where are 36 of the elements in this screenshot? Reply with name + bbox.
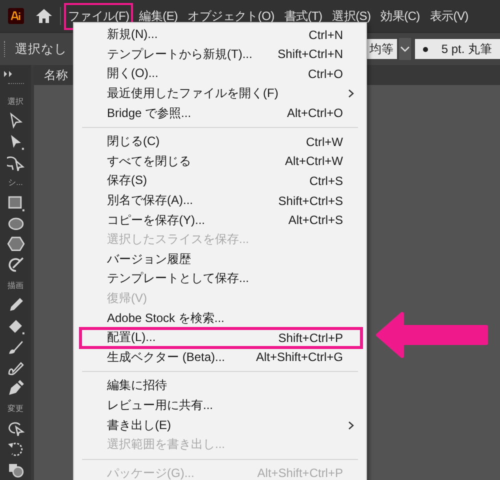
pen-icon[interactable] — [6, 379, 24, 398]
menu-item[interactable]: コピーを保存(Y)... Alt+Ctrl+S — [79, 210, 363, 230]
menu-item[interactable]: テンプレートとして保存... — [79, 269, 363, 289]
tool-group-label: 描画 — [8, 280, 24, 291]
expand-icon[interactable] — [4, 71, 14, 77]
menu-item[interactable]: Adobe Stock を検索... — [79, 308, 363, 328]
menu-item[interactable]: 開く(O)... Ctrl+O — [79, 64, 363, 84]
selection-status: 選択なし — [15, 40, 67, 58]
lasso-icon[interactable] — [6, 154, 24, 172]
home-icon[interactable] — [36, 9, 52, 23]
pointer-arrow-icon — [374, 310, 490, 360]
menu-item[interactable]: 配置(L)... Shift+Ctrl+P — [79, 326, 363, 349]
brush-dropdown[interactable]: 5 pt. 丸筆 — [415, 39, 500, 59]
tool-group-label: 変更 — [8, 402, 24, 414]
rectangle-icon[interactable] — [6, 194, 24, 212]
menu-item[interactable]: 別名で保存(A)... Shift+Ctrl+S — [79, 190, 363, 210]
document-tab[interactable]: 名称 — [34, 66, 68, 84]
menu-item[interactable]: 編集に招待 — [79, 376, 363, 396]
tool-group-label: シ... — [8, 177, 23, 188]
menu-item[interactable]: バージョン履歴 — [79, 250, 363, 270]
tool-group-label: 選択 — [8, 96, 24, 107]
menu-item[interactable]: Bridge で参照... Alt+Ctrl+O — [79, 103, 363, 123]
menu-bar-item[interactable]: 表示(V) — [426, 2, 472, 30]
menu-item[interactable]: 保存(S) Ctrl+S — [79, 171, 363, 191]
hexagon-icon[interactable] — [6, 235, 24, 254]
menu-item[interactable]: すべてを閉じる Alt+Ctrl+W — [79, 152, 363, 172]
menu-bar-item[interactable]: 効果(C) — [376, 2, 424, 30]
menu-item[interactable]: レビュー用に共有... — [79, 396, 363, 416]
menu-item[interactable]: 最近使用したファイルを開く(F) — [79, 84, 363, 104]
rotate-icon[interactable] — [6, 440, 24, 458]
chevron-down-icon[interactable] — [399, 38, 412, 60]
app-logo-icon — [8, 8, 24, 24]
shaper-icon[interactable] — [6, 256, 24, 274]
menu-item[interactable]: 書き出し(E) — [79, 415, 363, 435]
menu-item[interactable]: 閉じる(C) Ctrl+W — [79, 132, 363, 152]
menu-item[interactable]: 生成ベクター (Beta)... Alt+Shift+Ctrl+G — [79, 348, 363, 368]
